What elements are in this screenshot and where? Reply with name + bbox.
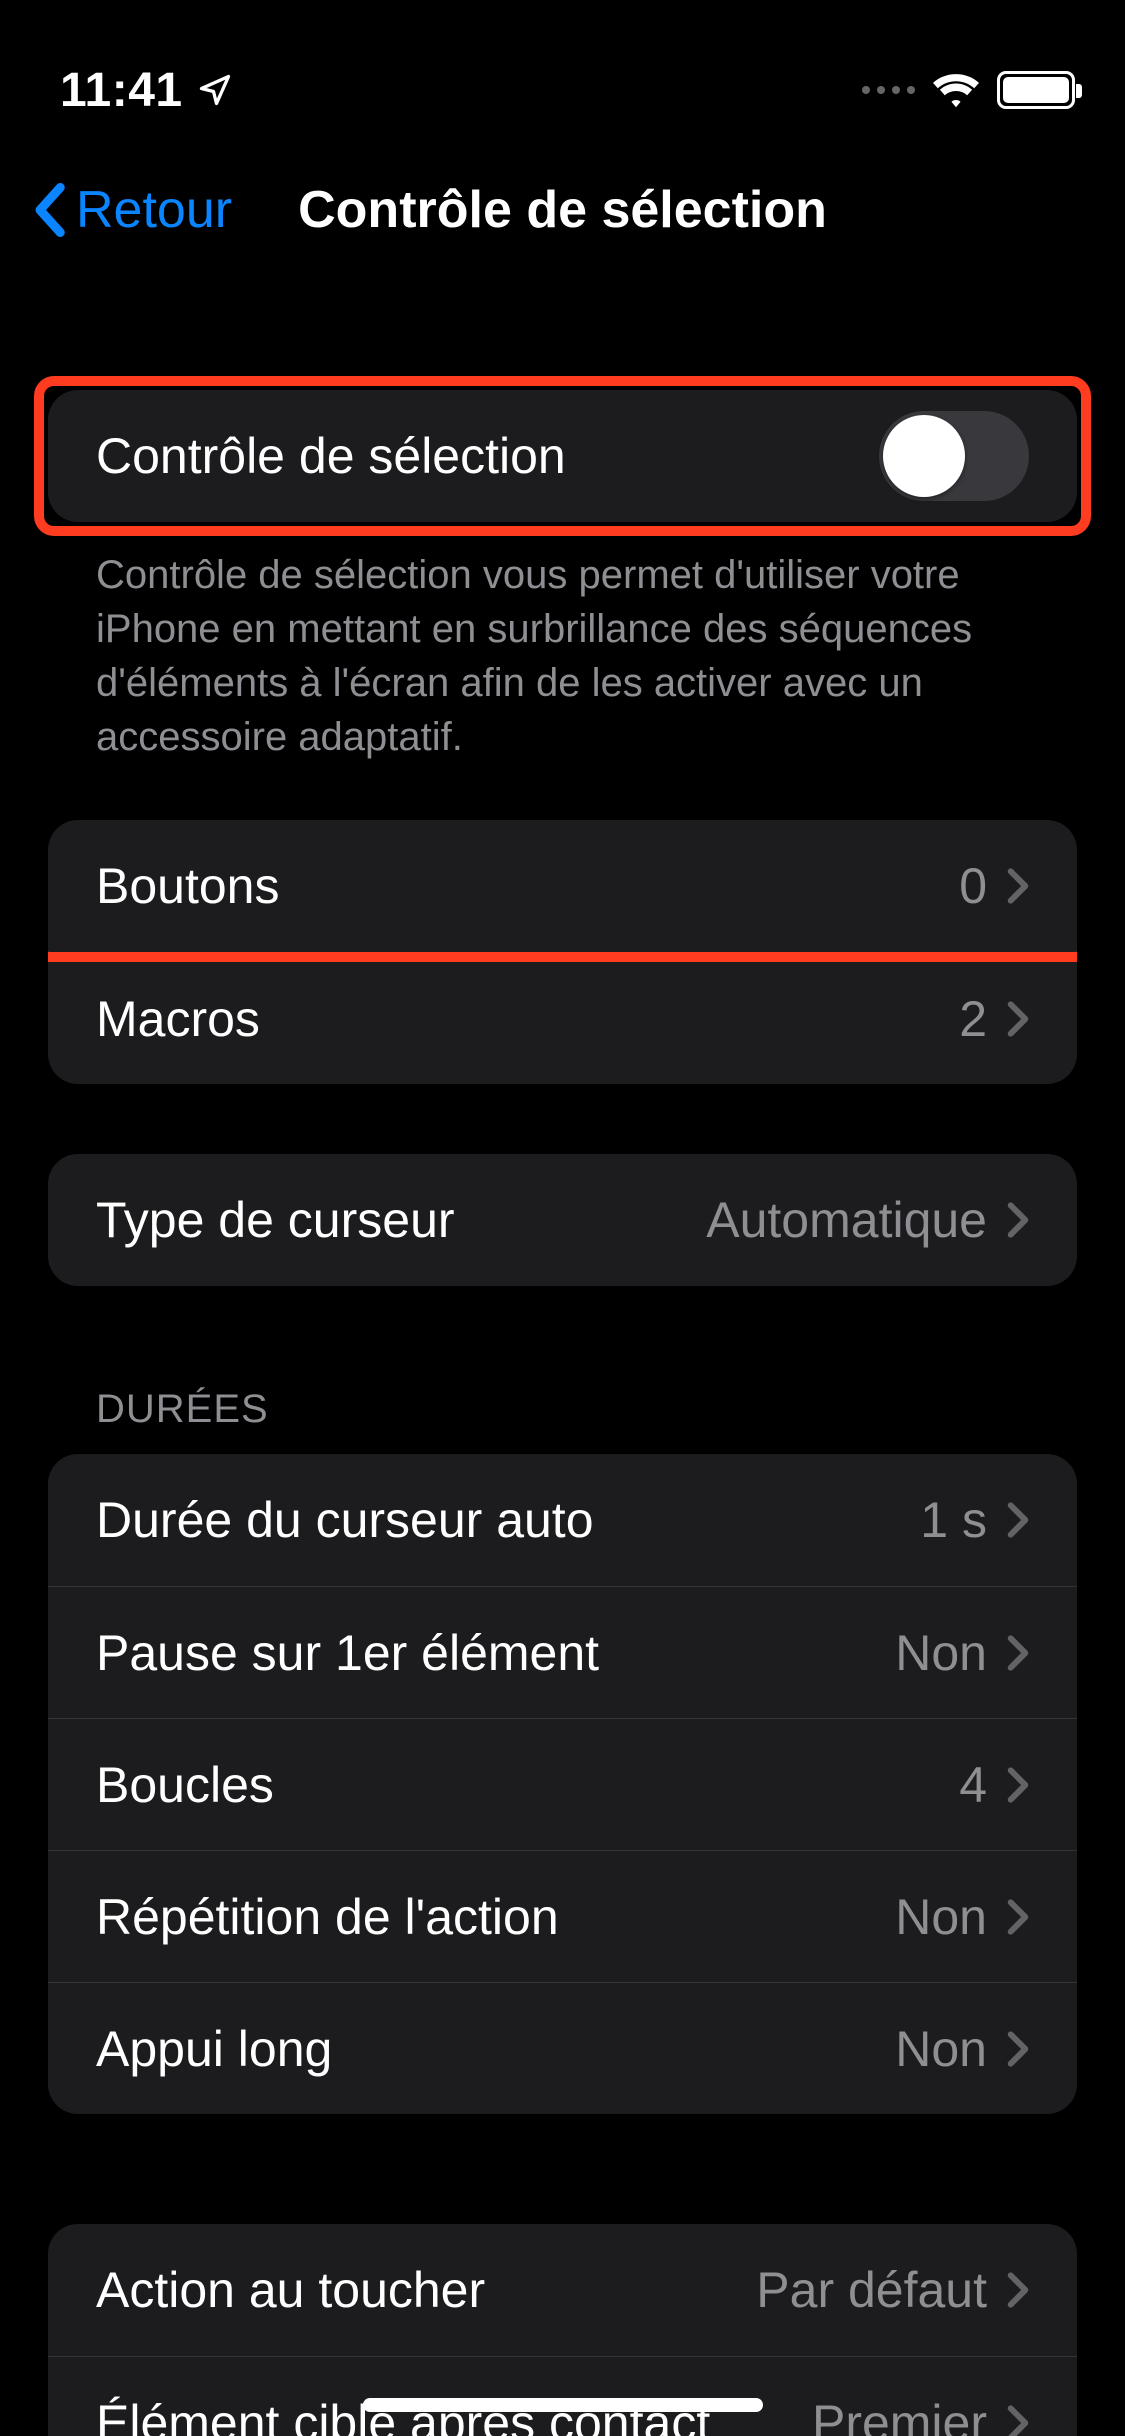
row-value: Par défaut bbox=[756, 2261, 987, 2319]
row-pause-first[interactable]: Pause sur 1er élément Non bbox=[48, 1586, 1077, 1718]
chevron-right-icon bbox=[1007, 2030, 1029, 2068]
row-right: 0 bbox=[959, 857, 1029, 915]
row-repeat-action[interactable]: Répétition de l'action Non bbox=[48, 1850, 1077, 1982]
chevron-right-icon bbox=[1007, 1501, 1029, 1539]
row-label: Action au toucher bbox=[96, 2261, 485, 2319]
row-target-after-contact[interactable]: Élément ciblé après contact Premier bbox=[48, 2356, 1077, 2436]
group-switch-control: Contrôle de sélection bbox=[48, 390, 1077, 522]
row-right: Non bbox=[895, 2020, 1029, 2078]
chevron-left-icon bbox=[30, 183, 68, 237]
status-left: 11:41 bbox=[60, 63, 233, 118]
chevron-right-icon bbox=[1007, 2404, 1029, 2436]
row-long-press[interactable]: Appui long Non bbox=[48, 1982, 1077, 2114]
row-macros[interactable]: Macros 2 bbox=[48, 952, 1077, 1084]
row-value: Non bbox=[895, 2020, 987, 2078]
location-icon bbox=[197, 72, 233, 108]
chevron-right-icon bbox=[1007, 1634, 1029, 1672]
row-label: Durée du curseur auto bbox=[96, 1491, 594, 1549]
row-cursor-type[interactable]: Type de curseur Automatique bbox=[48, 1154, 1077, 1286]
chevron-right-icon bbox=[1007, 867, 1029, 905]
status-right bbox=[862, 71, 1075, 109]
row-boutons[interactable]: Boutons 0 bbox=[48, 820, 1077, 952]
row-right: Premier bbox=[812, 2394, 1029, 2436]
row-right: 2 bbox=[959, 990, 1029, 1048]
row-touch-action[interactable]: Action au toucher Par défaut bbox=[48, 2224, 1077, 2356]
chevron-right-icon bbox=[1007, 2271, 1029, 2309]
status-time: 11:41 bbox=[60, 63, 183, 118]
row-loops[interactable]: Boucles 4 bbox=[48, 1718, 1077, 1850]
row-right: Non bbox=[895, 1624, 1029, 1682]
row-label: Type de curseur bbox=[96, 1191, 455, 1249]
row-right: Par défaut bbox=[756, 2261, 1029, 2319]
content: Contrôle de sélection Contrôle de sélect… bbox=[0, 280, 1125, 2436]
row-value: 0 bbox=[959, 857, 987, 915]
row-label: Pause sur 1er élément bbox=[96, 1624, 599, 1682]
row-label: Appui long bbox=[96, 2020, 332, 2078]
row-value: Premier bbox=[812, 2394, 987, 2436]
row-label: Contrôle de sélection bbox=[96, 427, 566, 485]
wifi-icon bbox=[933, 72, 979, 108]
cellular-dots-icon bbox=[862, 86, 915, 94]
toggle-knob bbox=[883, 415, 965, 497]
row-label: Boutons bbox=[96, 857, 279, 915]
group-inputs: Boutons 0 Macros 2 bbox=[48, 820, 1077, 1084]
row-value: Non bbox=[895, 1624, 987, 1682]
row-switch-control[interactable]: Contrôle de sélection bbox=[48, 390, 1077, 522]
row-label: Boucles bbox=[96, 1756, 274, 1814]
row-label: Macros bbox=[96, 990, 260, 1048]
battery-icon bbox=[997, 71, 1075, 109]
switch-control-toggle[interactable] bbox=[879, 411, 1029, 501]
row-right: 1 s bbox=[920, 1491, 1029, 1549]
row-value: 4 bbox=[959, 1756, 987, 1814]
row-auto-cursor-duration[interactable]: Durée du curseur auto 1 s bbox=[48, 1454, 1077, 1586]
row-value: 2 bbox=[959, 990, 987, 1048]
nav-bar: Retour Contrôle de sélection bbox=[0, 140, 1125, 280]
chevron-right-icon bbox=[1007, 1000, 1029, 1038]
row-value: 1 s bbox=[920, 1491, 987, 1549]
group-durees: Durée du curseur auto 1 s Pause sur 1er … bbox=[48, 1454, 1077, 2114]
row-label: Répétition de l'action bbox=[96, 1888, 559, 1946]
group-cursor: Type de curseur Automatique bbox=[48, 1154, 1077, 1286]
row-right: Non bbox=[895, 1888, 1029, 1946]
row-value: Automatique bbox=[706, 1191, 987, 1249]
back-label: Retour bbox=[76, 180, 232, 240]
chevron-right-icon bbox=[1007, 1766, 1029, 1804]
row-value: Non bbox=[895, 1888, 987, 1946]
row-right: Automatique bbox=[706, 1191, 1029, 1249]
row-right: 4 bbox=[959, 1756, 1029, 1814]
section-header-durees: DURÉES bbox=[48, 1356, 1077, 1454]
status-bar: 11:41 bbox=[0, 0, 1125, 140]
home-indicator[interactable] bbox=[363, 2398, 763, 2412]
chevron-right-icon bbox=[1007, 1898, 1029, 1936]
chevron-right-icon bbox=[1007, 1201, 1029, 1239]
back-button[interactable]: Retour bbox=[30, 180, 232, 240]
highlight-switch-control: Contrôle de sélection bbox=[48, 390, 1077, 522]
switch-description: Contrôle de sélection vous permet d'util… bbox=[48, 522, 1077, 790]
